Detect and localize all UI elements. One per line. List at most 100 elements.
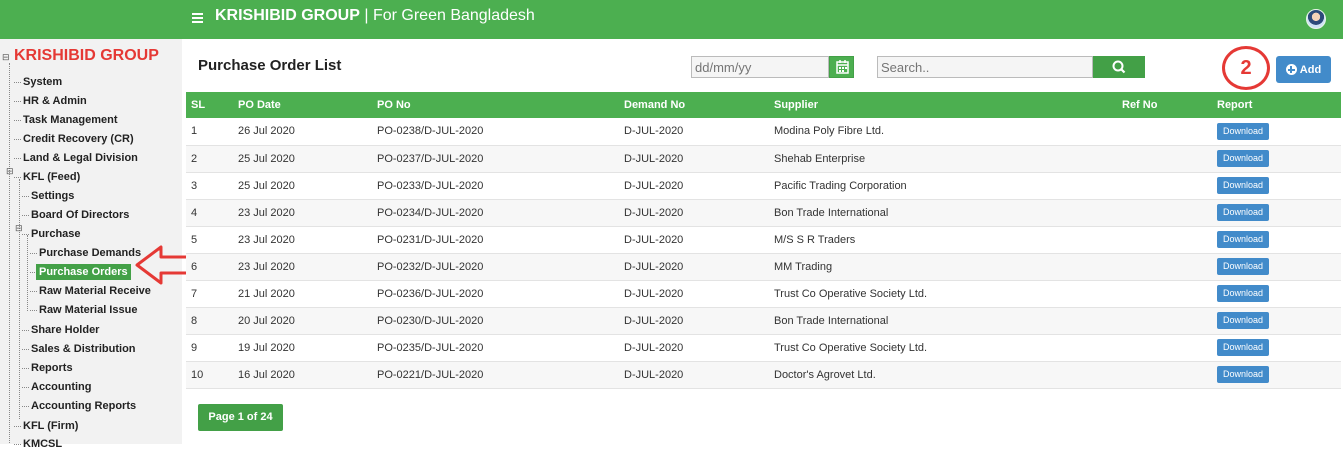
- download-button[interactable]: Download: [1217, 231, 1270, 248]
- cell-demand: D-JUL-2020: [624, 361, 774, 389]
- download-button[interactable]: Download: [1217, 177, 1270, 194]
- sidebar-item[interactable]: Land & Legal Division: [23, 150, 138, 166]
- cell-supplier: MM Trading: [774, 253, 1122, 281]
- sidebar-item[interactable]: Share Holder: [31, 322, 99, 338]
- cell-po: PO-0233/D-JUL-2020: [377, 172, 624, 200]
- sidebar-item[interactable]: Sales & Distribution: [31, 341, 136, 357]
- collapse-icon[interactable]: ⊟: [15, 224, 23, 233]
- table-row: 10 16 Jul 2020 PO-0221/D-JUL-2020 D-JUL-202…: [186, 361, 1341, 389]
- cell-sl: 9: [186, 334, 238, 362]
- column-header: Report: [1217, 92, 1341, 118]
- cell-po: PO-0230/D-JUL-2020: [377, 307, 624, 335]
- sidebar-item[interactable]: Credit Recovery (CR): [23, 131, 134, 147]
- tree-connector: [22, 349, 29, 350]
- cell-sl: 4: [186, 199, 238, 227]
- sidebar-root[interactable]: KRISHIBID GROUP: [14, 47, 159, 65]
- cell-demand: D-JUL-2020: [624, 253, 774, 281]
- column-header: SL: [186, 92, 238, 118]
- sidebar-item[interactable]: Board Of Directors: [31, 207, 129, 223]
- tree-connector: [22, 368, 29, 369]
- collapse-icon[interactable]: ⊟: [6, 167, 14, 176]
- cell-supplier: M/S S R Traders: [774, 226, 1122, 254]
- sidebar-item[interactable]: Settings: [31, 188, 74, 204]
- user-avatar-icon[interactable]: [1306, 9, 1326, 29]
- cell-sl: 3: [186, 172, 238, 200]
- cell-date: 25 Jul 2020: [238, 172, 377, 200]
- collapse-icon[interactable]: ⊟: [2, 53, 10, 62]
- cell-sl: 6: [186, 253, 238, 281]
- cell-report: Download: [1217, 172, 1341, 200]
- cell-po: PO-0221/D-JUL-2020: [377, 361, 624, 389]
- cell-sl: 1: [186, 118, 238, 146]
- cell-ref: [1122, 118, 1217, 146]
- tree-connector: [14, 444, 21, 445]
- tree-connector: [30, 291, 37, 292]
- tree-connector: [14, 158, 21, 159]
- download-button[interactable]: Download: [1217, 204, 1270, 221]
- cell-date: 23 Jul 2020: [238, 226, 377, 254]
- tree-connector: [22, 215, 29, 216]
- tree-connector: [22, 406, 29, 407]
- download-button[interactable]: Download: [1217, 258, 1270, 275]
- download-button[interactable]: Download: [1217, 150, 1270, 167]
- cell-ref: [1122, 280, 1217, 308]
- sidebar-item[interactable]: Purchase Demands: [39, 245, 141, 261]
- calendar-button[interactable]: [829, 56, 854, 78]
- sidebar-item[interactable]: Purchase: [31, 226, 81, 242]
- search-button[interactable]: [1093, 56, 1145, 78]
- cell-ref: [1122, 199, 1217, 227]
- cell-demand: D-JUL-2020: [624, 172, 774, 200]
- cell-report: Download: [1217, 226, 1341, 254]
- cell-supplier: Bon Trade International: [774, 199, 1122, 227]
- tree-connector: [22, 234, 29, 235]
- cell-supplier: Doctor's Agrovet Ltd.: [774, 361, 1122, 389]
- page-title: Purchase Order List: [198, 57, 342, 74]
- cell-report: Download: [1217, 199, 1341, 227]
- sidebar-item[interactable]: KFL (Firm): [23, 418, 78, 434]
- cell-date: 16 Jul 2020: [238, 361, 377, 389]
- table-row: 1 26 Jul 2020 PO-0238/D-JUL-2020 D-JUL-2020…: [186, 118, 1341, 146]
- sidebar-item[interactable]: KFL (Feed): [23, 169, 80, 185]
- cell-supplier: Pacific Trading Corporation: [774, 172, 1122, 200]
- sidebar-item[interactable]: HR & Admin: [23, 93, 87, 109]
- add-button[interactable]: Add: [1276, 56, 1331, 83]
- brand-title: KRISHIBID GROUP | For Green Bangladesh: [215, 7, 535, 25]
- cell-report: Download: [1217, 307, 1341, 335]
- date-filter-input[interactable]: [691, 56, 829, 78]
- download-button[interactable]: Download: [1217, 312, 1270, 329]
- cell-ref: [1122, 253, 1217, 281]
- cell-supplier: Trust Co Operative Society Ltd.: [774, 280, 1122, 308]
- sidebar-item[interactable]: System: [23, 74, 62, 90]
- table-row: 4 23 Jul 2020 PO-0234/D-JUL-2020 D-JUL-2020…: [186, 199, 1341, 227]
- sidebar-item[interactable]: Accounting Reports: [31, 398, 136, 414]
- sidebar-item[interactable]: Task Management: [23, 112, 118, 128]
- cell-report: Download: [1217, 253, 1341, 281]
- sidebar-item[interactable]: Accounting: [31, 379, 92, 395]
- search-input[interactable]: [877, 56, 1093, 78]
- search-icon: [1112, 60, 1126, 74]
- table-row: 7 21 Jul 2020 PO-0236/D-JUL-2020 D-JUL-2020…: [186, 280, 1341, 308]
- column-header: PO Date: [238, 92, 377, 118]
- hamburger-icon[interactable]: [192, 13, 203, 24]
- sidebar-item[interactable]: Reports: [31, 360, 73, 376]
- sidebar-item[interactable]: Purchase Orders: [36, 264, 131, 280]
- pagination-button[interactable]: Page 1 of 24: [198, 404, 283, 431]
- download-button[interactable]: Download: [1217, 285, 1270, 302]
- sidebar-item[interactable]: Raw Material Issue: [39, 302, 137, 318]
- cell-report: Download: [1217, 334, 1341, 362]
- tree-connector: [22, 387, 29, 388]
- download-button[interactable]: Download: [1217, 366, 1270, 383]
- cell-po: PO-0238/D-JUL-2020: [377, 118, 624, 146]
- sidebar-item[interactable]: Raw Material Receive: [39, 283, 151, 299]
- download-button[interactable]: Download: [1217, 339, 1270, 356]
- cell-demand: D-JUL-2020: [624, 226, 774, 254]
- download-button[interactable]: Download: [1217, 122, 1270, 140]
- cell-sl: 5: [186, 226, 238, 254]
- cell-ref: [1122, 334, 1217, 362]
- cell-ref: [1122, 145, 1217, 173]
- cell-demand: D-JUL-2020: [624, 334, 774, 362]
- tree-line: [9, 63, 10, 443]
- brand-tagline: | For Green Bangladesh: [359, 7, 535, 24]
- cell-po: PO-0234/D-JUL-2020: [377, 199, 624, 227]
- sidebar-item[interactable]: KMCSL: [23, 436, 62, 452]
